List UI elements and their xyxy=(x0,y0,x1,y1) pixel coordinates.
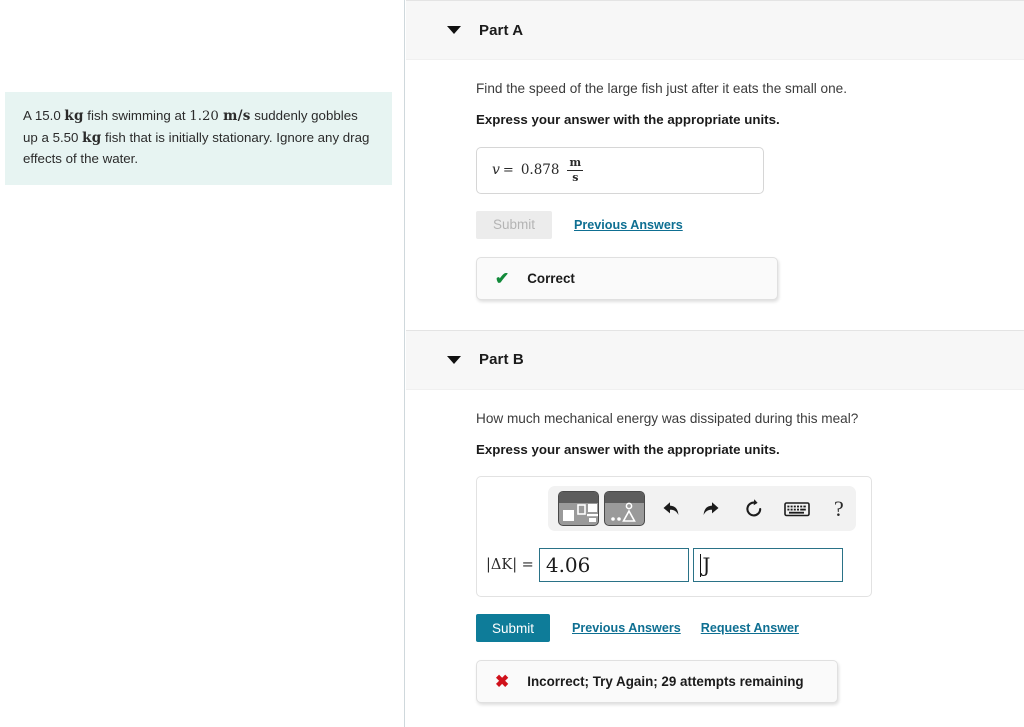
part-a-feedback-correct: ✔ Correct xyxy=(476,256,778,300)
part-b-request-answer-link[interactable]: Request Answer xyxy=(701,621,799,635)
part-a-title: Part A xyxy=(479,21,524,39)
part-b-answer-label: |ΔK| = xyxy=(486,557,534,574)
part-b-title: Part B xyxy=(479,351,524,369)
part-b-value-input[interactable]: 4.06 xyxy=(538,548,689,583)
unit-denominator: s xyxy=(572,170,579,184)
symbols-palette-icon[interactable] xyxy=(603,491,645,527)
problem-parts-pane: Part A Find the speed of the large fish … xyxy=(406,0,1024,727)
help-question-mark: ? xyxy=(833,495,844,521)
part-b-units-text: J xyxy=(702,553,711,578)
part-a-button-row: Submit Previous Answers xyxy=(476,210,1024,239)
unit-kg: kg xyxy=(82,129,102,146)
chevron-down-icon[interactable] xyxy=(447,355,461,364)
redo-icon[interactable] xyxy=(695,491,729,526)
part-b-submit-button[interactable]: Submit xyxy=(476,614,550,643)
problem-statement: A 15.0 kg fish swimming at 1.20 m/s sudd… xyxy=(5,92,392,186)
part-a-equals-sign: = xyxy=(502,162,514,178)
part-b-body: How much mechanical energy was dissipate… xyxy=(406,390,1024,704)
math-editor-toolbar: ? xyxy=(548,486,856,532)
problem-pane: A 15.0 kg fish swimming at 1.20 m/s sudd… xyxy=(0,0,405,727)
undo-icon[interactable] xyxy=(653,491,687,526)
unit-numerator: m xyxy=(569,156,582,170)
part-b-button-row: Submit Previous Answers Request Answer xyxy=(476,614,1024,643)
keyboard-icon[interactable] xyxy=(780,491,814,526)
part-a-answer-unit-fraction: m s xyxy=(567,156,584,184)
check-icon: ✔ xyxy=(495,268,510,288)
part-b-input-row: |ΔK| = 4.06 J xyxy=(477,548,871,583)
math-templates-glyph xyxy=(563,504,598,523)
part-a-answer-field[interactable]: v = 0.878 m s xyxy=(476,146,764,194)
unit-m-per-s: m/s xyxy=(223,108,251,124)
part-a-header[interactable]: Part A xyxy=(406,0,1024,60)
part-a-previous-answers-link[interactable]: Previous Answers xyxy=(574,218,683,232)
part-a-body: Find the speed of the large fish just af… xyxy=(406,60,1024,300)
part-a-answer-value: 0.878 xyxy=(520,162,560,179)
part-b-feedback-incorrect: ✖ Incorrect; Try Again; 29 attempts rema… xyxy=(476,660,838,704)
help-icon[interactable]: ? xyxy=(822,491,856,526)
symbols-glyph xyxy=(611,502,636,523)
math-templates-palette-icon[interactable] xyxy=(558,491,599,527)
part-b-units-input[interactable]: J xyxy=(692,548,843,583)
part-b-previous-answers-link[interactable]: Previous Answers xyxy=(572,621,681,635)
part-b-value-text: 4.06 xyxy=(545,553,591,578)
reset-icon[interactable] xyxy=(737,491,771,526)
part-b-header[interactable]: Part B xyxy=(406,329,1024,390)
problem-text-run: fish swimming at xyxy=(83,108,190,123)
chevron-down-icon[interactable] xyxy=(447,26,461,34)
part-b-question: How much mechanical energy was dissipate… xyxy=(476,410,859,426)
part-b-instruction: Express your answer with the appropriate… xyxy=(476,441,780,457)
unit-kg: kg xyxy=(64,108,84,124)
part-a-variable-label: v xyxy=(492,162,500,179)
value-1-20: 1.20 xyxy=(189,109,224,124)
part-b-answer-widget: ? |ΔK| = 4.06 J xyxy=(476,476,872,598)
problem-text-run: A 15.0 xyxy=(23,108,65,123)
part-a-question: Find the speed of the large fish just af… xyxy=(476,81,848,96)
cross-icon: ✖ xyxy=(495,672,510,692)
part-b-feedback-text: Incorrect; Try Again; 29 attempts remain… xyxy=(527,674,804,690)
part-a-feedback-text: Correct xyxy=(527,270,575,286)
part-a-instruction: Express your answer with the appropriate… xyxy=(476,112,780,128)
part-a-submit-button[interactable]: Submit xyxy=(476,210,552,239)
